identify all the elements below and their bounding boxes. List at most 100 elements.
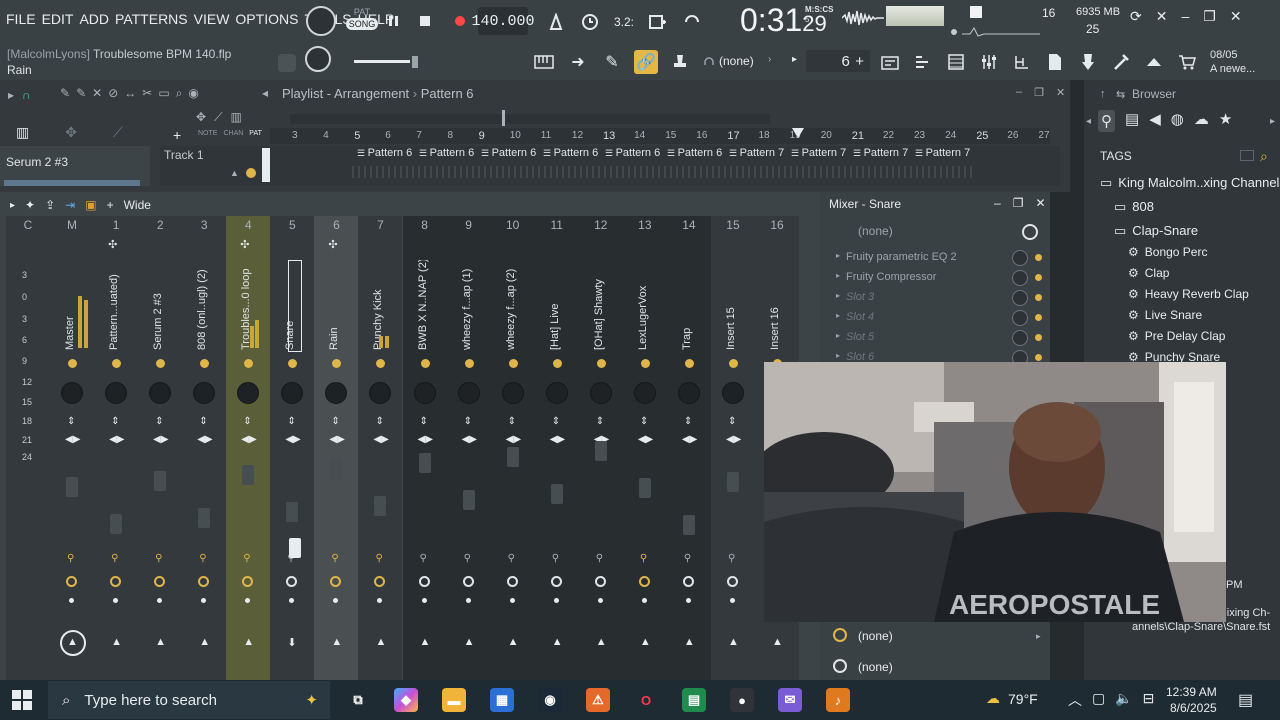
menu-view[interactable]: VIEW (194, 11, 230, 27)
send-dot[interactable] (509, 598, 515, 603)
strip-name[interactable]: Insert 16 (769, 260, 785, 350)
pencil-icon[interactable]: ✎ (600, 50, 624, 74)
browser-right-arrow-icon[interactable]: ▸ (1270, 116, 1275, 127)
volume-fader[interactable] (418, 453, 431, 473)
route-arrow-icon[interactable]: ▲ (331, 636, 342, 648)
volume-fader[interactable] (374, 496, 387, 516)
stereo-icon[interactable]: ⇕ (155, 416, 163, 427)
spreadsheet-icon[interactable]: ▤ (682, 688, 706, 712)
strip-name[interactable]: Rain (328, 260, 344, 350)
output-clock-icon[interactable] (833, 628, 847, 642)
lock-icon[interactable]: ⚲ (728, 553, 735, 564)
strip-name[interactable]: Trap (681, 260, 697, 350)
slot-mix-knob[interactable] (1012, 270, 1028, 286)
slot-mix-knob[interactable] (1012, 330, 1028, 346)
mixer-strip[interactable] (6, 216, 50, 680)
playhead-marker[interactable] (792, 128, 804, 138)
master-output-knob[interactable] (60, 630, 86, 656)
lock-icon[interactable]: ⚲ (464, 553, 471, 564)
stereo-icon[interactable]: ⇕ (243, 416, 251, 427)
mixer-hint-icon[interactable]: ✕ (1156, 8, 1168, 25)
network-icon[interactable]: ⊟ (1143, 690, 1155, 710)
playlist-ruler[interactable]: 3 4 5 6 7 8 9 10 11 12 13 14 15 16 17 18 19 20 21 22 23 24 25 2… (270, 128, 1050, 144)
keyboard-icon[interactable] (532, 50, 556, 74)
stereo-icon[interactable]: ⇕ (596, 416, 604, 427)
wait-input-icon[interactable] (578, 10, 602, 34)
stereo-icon[interactable]: ⇕ (552, 416, 560, 427)
routing-icon[interactable] (1010, 50, 1034, 74)
strip-name[interactable]: Serum 2 #3 (152, 260, 168, 350)
mixer-icon[interactable] (977, 50, 1001, 74)
phase-icon[interactable]: ◀▶ (682, 434, 697, 445)
input-selector[interactable]: (none) (858, 224, 893, 238)
channel-rack-icon[interactable] (944, 50, 968, 74)
strip-led[interactable] (508, 359, 518, 368)
send-dot[interactable] (729, 598, 735, 603)
volume-fader[interactable] (110, 514, 123, 534)
pan-knob[interactable] (61, 382, 84, 404)
lock-icon[interactable]: ⚲ (552, 553, 559, 564)
strip-name[interactable]: Pattern...uated) (108, 260, 124, 350)
menu-add[interactable]: ADD (79, 11, 109, 27)
mixer-layout-icon[interactable]: ▣ (85, 198, 96, 212)
store-icon[interactable]: ▦ (490, 688, 514, 712)
stop-button[interactable] (411, 8, 439, 34)
selected-channel[interactable]: Serum 2 #3 (6, 155, 68, 169)
playlist-icon[interactable] (878, 50, 902, 74)
route-arrow-icon[interactable]: ▲ (728, 636, 739, 648)
route-arrow-icon[interactable]: ▲ (640, 636, 651, 648)
clip-menu-icon[interactable]: ☰ (667, 148, 678, 158)
taskbar-clock[interactable]: 12:39 AM 8/6/2025 (1166, 684, 1217, 716)
strip-led[interactable] (552, 359, 562, 368)
project-browser-icon[interactable] (1043, 50, 1067, 74)
stereo-icon[interactable]: ⇕ (464, 416, 472, 427)
send-dot[interactable] (641, 598, 647, 603)
paint-tool-icon[interactable]: ✎ (76, 86, 86, 101)
start-button[interactable] (12, 690, 32, 715)
browser-cloud-tab[interactable]: ☁ (1194, 110, 1209, 132)
pan-knob[interactable] (589, 382, 612, 404)
slot-enable-led[interactable] (1035, 294, 1042, 301)
browser-search-icon[interactable]: ⌕ (1260, 148, 1268, 165)
pan-knob[interactable] (677, 382, 700, 404)
send-dot[interactable] (553, 598, 559, 603)
route-arrow-icon[interactable]: ▲ (552, 636, 563, 648)
countdown-icon[interactable]: 3.2: (612, 10, 636, 34)
pattern-selector[interactable]: 6 + (806, 50, 870, 72)
stereo-icon[interactable]: ⇕ (375, 416, 383, 427)
route-arrow-icon[interactable]: ⬇ (287, 636, 296, 649)
slip-tool-icon[interactable]: ↔ (124, 86, 136, 101)
pattern-clip[interactable]: ☰ Pattern 6 (667, 147, 722, 161)
browser-web-tab[interactable]: ◍ (1171, 110, 1184, 132)
volume-fader[interactable] (330, 459, 343, 479)
file-explorer-icon[interactable]: ▬ (442, 688, 466, 712)
route-arrow-icon[interactable]: ▲ (596, 636, 607, 648)
arrow-right-icon[interactable]: ➜ (566, 50, 590, 74)
speaker-icon[interactable]: 🔈 (1115, 690, 1132, 710)
slot-expand-icon[interactable]: ▸ (836, 291, 840, 300)
strip-led[interactable] (464, 359, 474, 368)
browser-preset[interactable]: ⚙ Bongo Perc (1128, 245, 1207, 259)
lock-icon[interactable]: ⚲ (596, 553, 603, 564)
link-icon[interactable]: 🔗 (634, 50, 658, 74)
strip-name[interactable]: BWB X N..NAP (2) (417, 260, 433, 350)
slice-tool-icon[interactable]: ✂ (142, 86, 152, 101)
weather-widget[interactable]: ☁ 79°F (986, 690, 1038, 707)
refresh-icon[interactable]: ⟳ (1130, 8, 1142, 25)
pan-knob[interactable] (149, 382, 172, 404)
phase-icon[interactable]: ◀▶ (153, 434, 168, 445)
phase-icon[interactable]: ◀▶ (329, 434, 344, 445)
latency-icon[interactable] (550, 576, 562, 587)
volume-fader[interactable] (550, 484, 563, 504)
tempo-display[interactable]: 140.000 (472, 7, 535, 35)
phase-icon[interactable]: ◀▶ (550, 434, 565, 445)
browser-collapse-icon[interactable]: ⇆ (1116, 88, 1125, 101)
playlist-menu-arrow-icon[interactable]: ▸ (8, 88, 14, 102)
pan-knob[interactable] (105, 382, 128, 404)
slot-enable-led[interactable] (1035, 354, 1042, 361)
stereo-icon[interactable]: ⇕ (508, 416, 516, 427)
resize-icon[interactable]: ⟋ (113, 124, 123, 141)
mixer-menu-arrow-icon[interactable]: ▸ (10, 200, 15, 211)
phase-icon[interactable]: ◀▶ (462, 434, 477, 445)
route-arrow-icon[interactable]: ▲ (420, 636, 431, 648)
